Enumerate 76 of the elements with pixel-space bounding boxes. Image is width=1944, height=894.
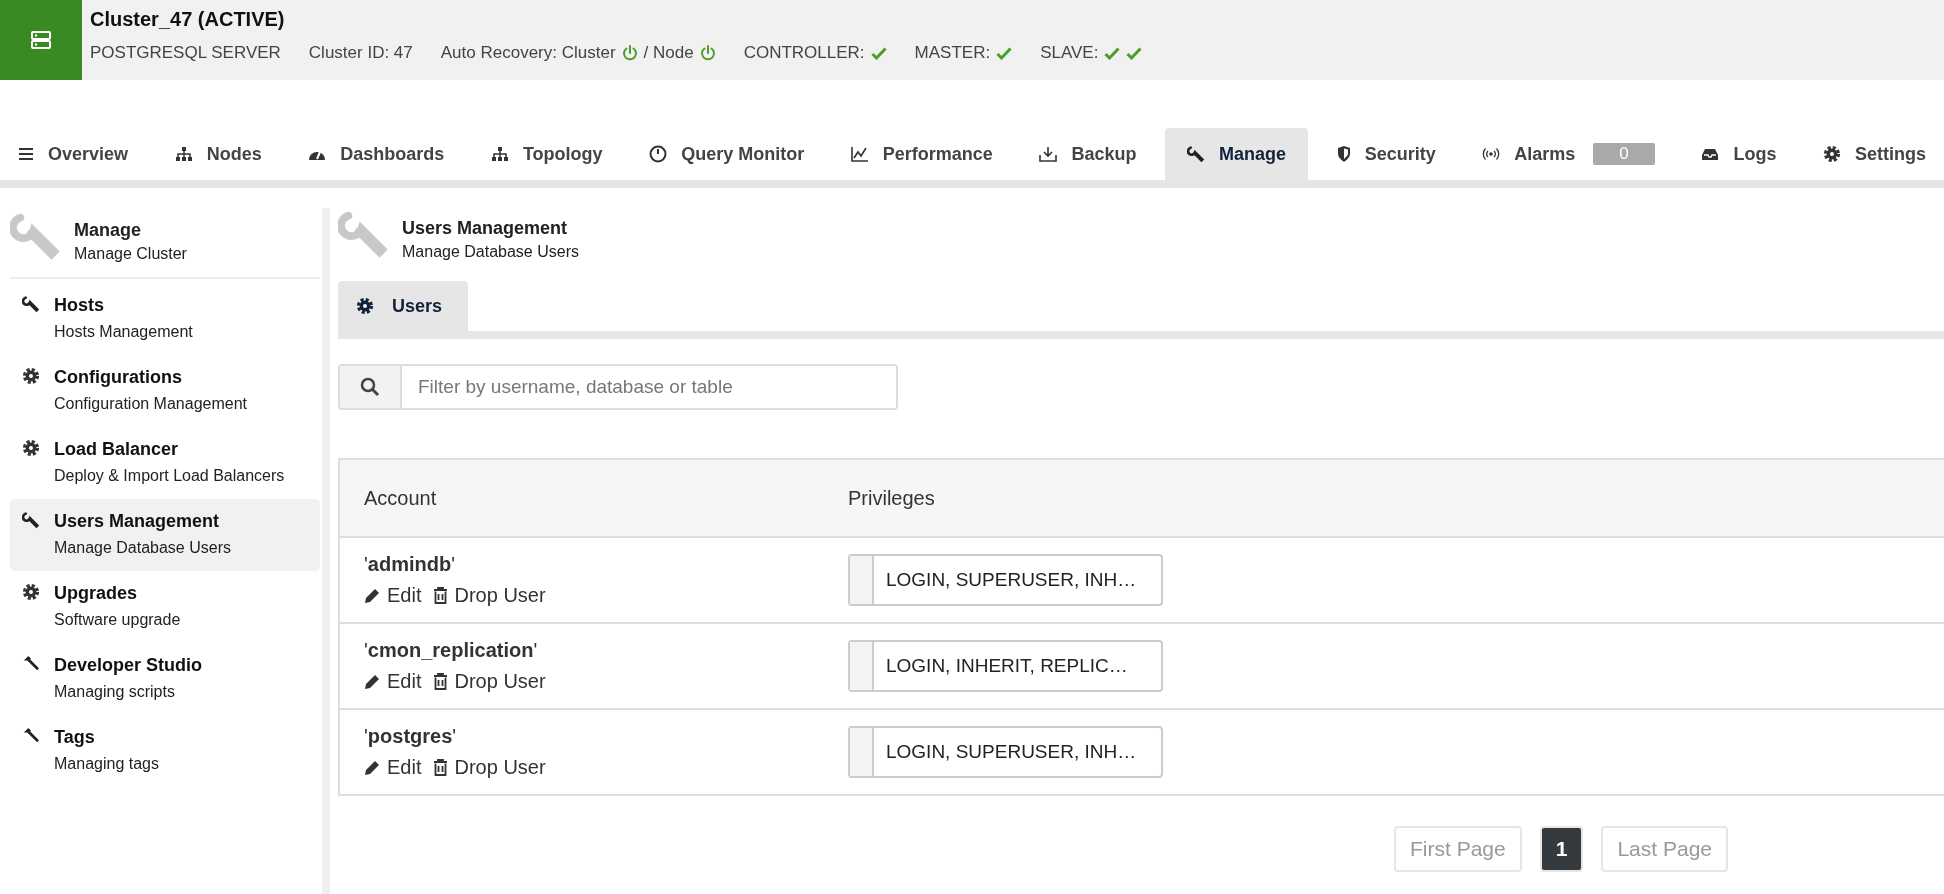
pencil-icon (364, 673, 381, 690)
pencil-icon (364, 759, 381, 776)
page-button[interactable]: 1 (1539, 826, 1584, 872)
filter-field[interactable]: Filter by username, database or table (338, 364, 898, 410)
server-icon (29, 28, 53, 52)
edit-link[interactable]: Edit (364, 584, 422, 607)
wrench-icon (22, 511, 40, 529)
privileges-field[interactable]: LOGIN, SUPERUSER, INH… (848, 726, 1163, 778)
trash-icon (433, 759, 449, 776)
trash-icon (433, 673, 449, 690)
nav-tab[interactable]: Manage (1165, 128, 1309, 180)
search-icon (360, 377, 380, 397)
page-title: Users Management (402, 218, 569, 239)
hammer-icon (22, 655, 40, 673)
alarm-count-badge: 0 (1593, 143, 1655, 165)
nav-tab[interactable]: Security (1318, 128, 1454, 180)
gear-icon (22, 439, 40, 457)
sidebar-item[interactable]: Developer Studio Managing scripts (10, 643, 320, 715)
account-name: 'cmon_replication' (364, 639, 539, 662)
nav-tab[interactable]: Overview (0, 128, 147, 180)
tray-icon (1701, 147, 1720, 161)
hammer-icon (22, 727, 40, 745)
privileges-field[interactable]: LOGIN, INHERIT, REPLIC… (848, 640, 1163, 692)
nav-tab[interactable]: Settings (1805, 128, 1944, 180)
hierarchy-icon (490, 146, 509, 162)
sidebar-item[interactable]: Hosts Hosts Management (10, 283, 320, 355)
sidebar-item[interactable]: Upgrades Software upgrade (10, 571, 320, 643)
nav-tab[interactable]: Performance (832, 128, 1011, 180)
account-name: 'postgres' (364, 725, 458, 748)
search-button[interactable] (340, 366, 402, 408)
sidebar-item[interactable]: Configurations Configuration Management (10, 355, 320, 427)
drop-user-link[interactable]: Drop User (433, 756, 546, 779)
download-icon (1039, 146, 1058, 162)
server-type: POSTGRESQL SERVER (90, 43, 281, 63)
nav-tab[interactable]: Logs (1683, 128, 1795, 180)
nav-tab[interactable]: Backup (1021, 128, 1155, 180)
edit-link[interactable]: Edit (364, 756, 422, 779)
drop-user-link[interactable]: Drop User (433, 584, 546, 607)
auto-recovery-label: Auto Recovery: Cluster (440, 43, 616, 63)
broadcast-icon (1482, 147, 1501, 161)
users-tab[interactable]: Users (338, 281, 469, 331)
menu-icon (18, 146, 34, 162)
nav-tab[interactable]: Topology (472, 128, 621, 180)
role-label: SLAVE: (1040, 43, 1099, 63)
sidebar-item[interactable]: Tags Managing tags (10, 715, 320, 787)
wrench-icon (22, 295, 40, 313)
nav-tab[interactable]: Dashboards (290, 128, 463, 180)
edit-link[interactable]: Edit (364, 670, 422, 693)
drop-user-link[interactable]: Drop User (433, 670, 546, 693)
privileges-field[interactable]: LOGIN, SUPERUSER, INH… (848, 554, 1163, 606)
section-title: Manage (74, 220, 143, 241)
pencil-icon (364, 587, 381, 604)
role-label: CONTROLLER: (743, 43, 865, 63)
cluster-title: Cluster_47 (ACTIVE) (90, 8, 286, 31)
settings-icon (1823, 145, 1841, 163)
role-label: MASTER: (914, 43, 991, 63)
column-header: Account (339, 459, 824, 537)
shield-icon (1336, 146, 1351, 162)
gear-icon (22, 367, 40, 385)
column-header: Privileges (824, 459, 1944, 537)
page-subtitle: Manage Database Users (402, 243, 579, 261)
line-chart-icon (850, 146, 869, 162)
sidebar-item[interactable]: Load Balancer Deploy & Import Load Balancers (10, 427, 320, 499)
node-label: / Node (643, 43, 694, 63)
gear-icon (22, 583, 40, 601)
section-subtitle: Manage Cluster (74, 245, 187, 263)
trash-icon (433, 587, 449, 604)
sidebar-item[interactable]: Users Management Manage Database Users (10, 499, 320, 571)
nav-tab[interactable]: Nodes (156, 128, 280, 180)
hierarchy-icon (174, 146, 193, 162)
gear-icon (356, 297, 374, 315)
wrench-icon (1187, 145, 1206, 163)
nav-tab[interactable]: Query Monitor (631, 128, 823, 180)
nav-tab[interactable]: Alarms 0 (1464, 128, 1673, 180)
account-name: 'admindb' (364, 553, 456, 576)
cluster-id: Cluster ID: 47 (308, 43, 413, 63)
